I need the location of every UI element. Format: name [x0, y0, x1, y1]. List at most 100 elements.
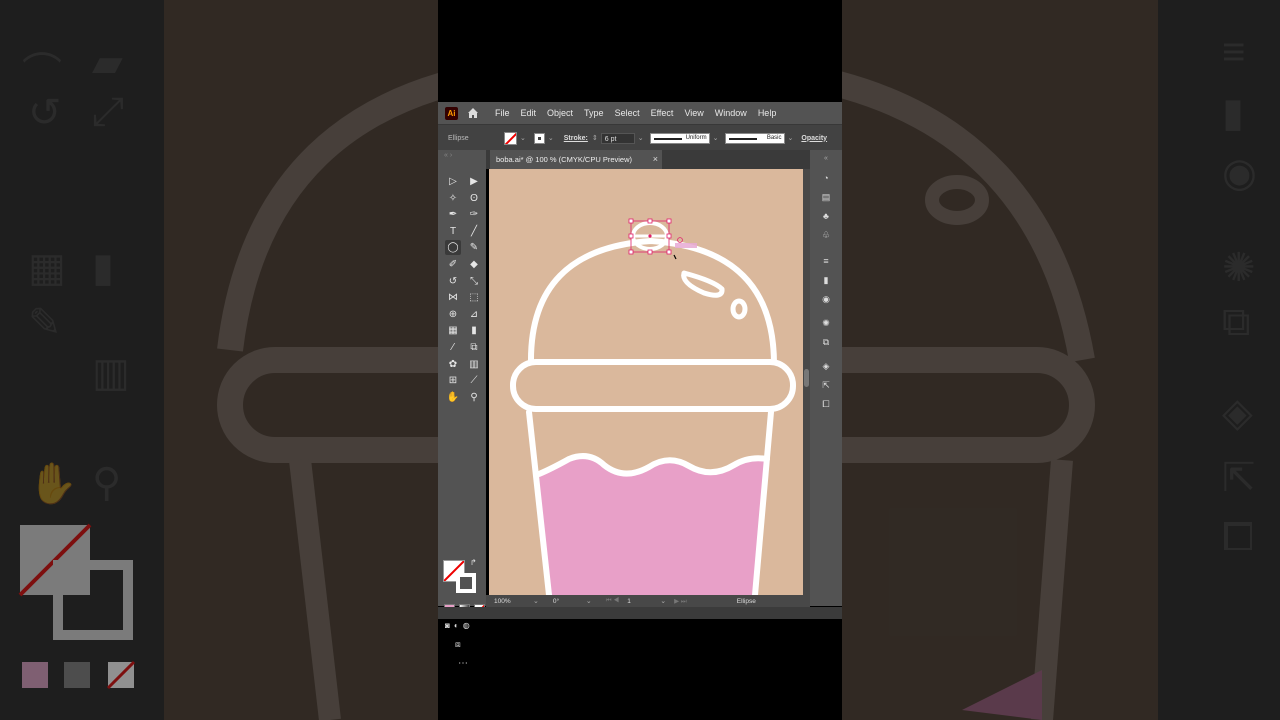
- selection-center-point: [648, 234, 652, 238]
- menu-effect[interactable]: Effect: [651, 108, 674, 118]
- symbol-sprayer-tool-icon[interactable]: ✿: [445, 357, 461, 372]
- rotate-tool-icon[interactable]: ↺: [445, 274, 461, 289]
- chevron-down-icon[interactable]: ⌄: [586, 597, 592, 605]
- draw-normal-icon[interactable]: ◙: [445, 621, 450, 630]
- hand-tool-icon[interactable]: ✋: [445, 390, 461, 405]
- brushes-icon[interactable]: ♣: [819, 210, 833, 222]
- stroke-stepper-icon[interactable]: ⇕: [592, 134, 598, 142]
- menu-file[interactable]: File: [495, 108, 510, 118]
- stroke-weight-input[interactable]: 6 pt: [600, 132, 635, 144]
- vertical-scrollbar[interactable]: [803, 169, 810, 595]
- document-tab[interactable]: boba.ai* @ 100 % (CMYK/CPU Preview) ×: [490, 150, 662, 169]
- scale-tool-icon[interactable]: ⤡: [466, 274, 482, 289]
- width-tool-icon[interactable]: ⋈: [445, 290, 461, 305]
- stroke-swatch[interactable]: [533, 132, 545, 144]
- swatches-icon[interactable]: ▤: [819, 191, 833, 203]
- swap-arrow-icon[interactable]: ↱: [470, 558, 477, 567]
- artboard-tool-icon[interactable]: ⊞: [445, 373, 461, 388]
- tools-panel: « › ▷ ▶ ✧ ʘ ✒ ✑ T ╱ ◯ ✎ ✐ ◆ ↺ ⤡ ⋈ ⬚ ⊕ ⊿ …: [438, 150, 486, 669]
- drink-fill: [539, 456, 767, 595]
- stroke-panel-icon[interactable]: ≡: [819, 255, 833, 267]
- artboard-number[interactable]: 1: [627, 598, 657, 605]
- asset-export-icon[interactable]: ⇱: [819, 379, 833, 391]
- paintbrush-tool-icon[interactable]: ✎: [466, 240, 482, 255]
- pen-tool-icon[interactable]: ✒: [445, 207, 461, 222]
- chevron-down-icon[interactable]: ⌄: [520, 134, 526, 142]
- opacity-label[interactable]: Opacity: [801, 135, 827, 142]
- transparency-icon[interactable]: ◉: [819, 293, 833, 305]
- zoom-level[interactable]: 100%: [494, 598, 530, 605]
- collapse-panels-icon[interactable]: «: [819, 153, 833, 165]
- first-artboard-icon[interactable]: ⏮ ◀: [606, 597, 619, 605]
- status-bar: 100% ⌄ 0° ⌄ ⏮ ◀ 1 ⌄ ▶ ⏭ Ellipse: [486, 595, 810, 607]
- draw-inside-icon[interactable]: ◍: [463, 621, 470, 630]
- draw-behind-icon[interactable]: ◐: [454, 621, 459, 630]
- menu-object[interactable]: Object: [547, 108, 573, 118]
- free-transform-tool-icon[interactable]: ⬚: [466, 290, 482, 305]
- stroke-label[interactable]: Stroke:: [564, 135, 588, 142]
- lid-highlight-dot: [730, 298, 748, 320]
- stroke-white-icon[interactable]: [456, 573, 476, 593]
- magic-wand-tool-icon[interactable]: ✧: [445, 191, 461, 206]
- blend-tool-icon[interactable]: ⧉: [466, 340, 482, 355]
- chevron-down-icon[interactable]: ⌄: [660, 597, 666, 605]
- lasso-tool-icon[interactable]: ʘ: [466, 191, 482, 206]
- menu-bar: Ai File Edit Object Type Select Effect V…: [438, 102, 842, 124]
- graphic-styles-icon[interactable]: ⧉: [819, 336, 833, 348]
- eyedropper-tool-icon[interactable]: ⁄: [445, 340, 461, 355]
- menu-edit[interactable]: Edit: [521, 108, 537, 118]
- chevron-down-icon[interactable]: ⌄: [533, 597, 539, 605]
- rotation-view[interactable]: 0°: [553, 598, 583, 605]
- screen-mode-icon[interactable]: ⧈: [455, 639, 461, 650]
- bg-dim: [0, 0, 438, 720]
- illustrator-window: Ai File Edit Object Type Select Effect V…: [438, 0, 842, 720]
- next-artboard-icon[interactable]: ▶ ⏭: [674, 597, 687, 606]
- menu-type[interactable]: Type: [584, 108, 604, 118]
- chevron-down-icon[interactable]: ⌄: [548, 134, 554, 142]
- control-bar: Ellipse ⌄ ⌄ Stroke: ⇕ 6 pt ⌄ Uniform ⌄ B…: [438, 124, 842, 151]
- symbols-icon[interactable]: ♧: [819, 229, 833, 241]
- appearance-icon[interactable]: ✺: [819, 317, 833, 329]
- artboard[interactable]: [489, 169, 803, 595]
- line-tool-icon[interactable]: ╱: [466, 224, 482, 239]
- menu-window[interactable]: Window: [715, 108, 747, 118]
- fill-swatch[interactable]: [504, 131, 517, 145]
- scroll-thumb[interactable]: [804, 369, 809, 387]
- shaper-tool-icon[interactable]: ✐: [445, 257, 461, 272]
- curvature-tool-icon[interactable]: ✑: [466, 207, 482, 222]
- fill-stroke-widget[interactable]: ↱: [443, 558, 479, 596]
- menu-help[interactable]: Help: [758, 108, 777, 118]
- mesh-tool-icon[interactable]: ▦: [445, 323, 461, 338]
- menu-select[interactable]: Select: [615, 108, 640, 118]
- chevron-down-icon[interactable]: ⌄: [638, 134, 644, 142]
- gradient-panel-icon[interactable]: ▮: [819, 274, 833, 286]
- column-graph-tool-icon[interactable]: ▥: [466, 357, 482, 372]
- more-tools-icon[interactable]: ⋯: [458, 658, 468, 669]
- zoom-tool-icon[interactable]: ⚲: [466, 390, 482, 405]
- shape-builder-tool-icon[interactable]: ⊕: [445, 307, 461, 322]
- current-tool-status: Ellipse: [736, 597, 756, 605]
- ellipse-tool-icon[interactable]: ◯: [445, 240, 461, 256]
- layers-icon[interactable]: ◈: [819, 360, 833, 372]
- bg-dim-right: [842, 0, 1280, 720]
- selection-tool-icon[interactable]: ▷: [445, 174, 461, 189]
- variable-width-profile[interactable]: Uniform: [649, 132, 710, 144]
- brush-definition[interactable]: Basic: [724, 132, 785, 144]
- menu-view[interactable]: View: [684, 108, 703, 118]
- color-guide-icon[interactable]: ◔: [819, 172, 833, 184]
- panel-grip-icon[interactable]: « ›: [444, 152, 452, 159]
- smart-guide-hint: [675, 243, 697, 248]
- perspective-grid-tool-icon[interactable]: ⊿: [466, 307, 482, 322]
- type-tool-icon[interactable]: T: [445, 224, 461, 239]
- slice-tool-icon[interactable]: ⟋: [466, 373, 482, 388]
- close-icon[interactable]: ×: [653, 150, 658, 169]
- chevron-down-icon[interactable]: ⌄: [713, 134, 719, 142]
- taskbar-strip: [438, 607, 842, 619]
- artboards-icon[interactable]: ⧠: [819, 398, 833, 410]
- home-icon[interactable]: [466, 106, 480, 120]
- chevron-down-icon[interactable]: ⌄: [788, 134, 794, 142]
- selection-type-label: Ellipse: [448, 134, 469, 142]
- eraser-tool-icon[interactable]: ◆: [466, 257, 482, 272]
- direct-selection-tool-icon[interactable]: ▶: [466, 174, 482, 189]
- gradient-tool-icon[interactable]: ▮: [466, 323, 482, 338]
